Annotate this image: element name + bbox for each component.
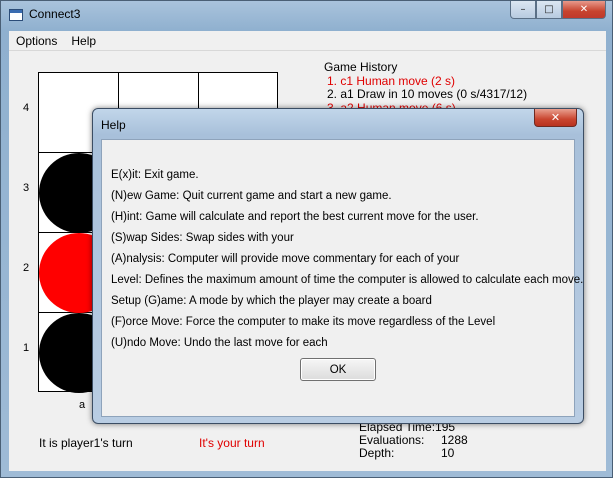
help-line-hint: (H)int: Game will calculate and report t… (111, 211, 479, 223)
depth-value: 10 (441, 446, 455, 460)
menu-options[interactable]: Options (9, 34, 64, 48)
row-label-2: 2 (23, 262, 30, 274)
depth-row: Depth: 10 (359, 447, 468, 460)
menu-help[interactable]: Help (64, 34, 103, 48)
help-line-exit: E(x)it: Exit game. (111, 169, 199, 181)
history-title: Game History (324, 60, 398, 74)
dialog-title: Help (101, 118, 126, 132)
player-status: It is player1's turn (39, 436, 133, 450)
close-icon: ✕ (550, 111, 561, 124)
help-line-setup-game: Setup (G)ame: A mode by which the player… (111, 295, 432, 307)
column-label-a: a (79, 399, 86, 411)
row-label-3: 3 (23, 182, 30, 194)
ok-button[interactable]: OK (300, 358, 376, 381)
dialog-close-button[interactable]: ✕ (534, 109, 577, 127)
close-icon: ✕ (579, 4, 589, 15)
minimize-icon: – (520, 4, 526, 15)
help-line-force-move: (F)orce Move: Force the computer to make… (111, 316, 496, 328)
title-bar[interactable]: Connect3 – □ ✕ (1, 1, 612, 31)
help-line-new-game: (N)ew Game: Quit current game and start … (111, 190, 392, 202)
game-history: Game History 1. c1 Human move (2 s) 2. a… (324, 60, 528, 115)
maximize-icon: □ (544, 4, 554, 15)
search-stats: Elapsed Time:195 Evaluations: 1288 Depth… (359, 421, 468, 460)
depth-label: Depth: (359, 446, 395, 460)
window-title: Connect3 (29, 7, 81, 21)
history-item: 2. a1 Draw in 10 moves (0 s/4317/12) (327, 87, 528, 101)
help-line-analysis: (A)nalysis: Computer will provide move c… (111, 253, 460, 265)
help-line-undo-move: (U)ndo Move: Undo the last move for each (111, 337, 328, 349)
help-line-swap-sides: (S)wap Sides: Swap sides with your (111, 232, 294, 244)
row-label-1: 1 (23, 342, 30, 354)
maximize-button[interactable]: □ (536, 1, 562, 19)
dialog-body: E(x)it: Exit game. (N)ew Game: Quit curr… (101, 139, 583, 417)
row-label-4: 4 (23, 102, 30, 114)
help-dialog: Help ✕ E(x)it: Exit game. (N)ew Game: Qu… (92, 108, 584, 424)
turn-status: It's your turn (199, 436, 265, 450)
minimize-button[interactable]: – (510, 1, 536, 19)
app-window-icon (9, 9, 23, 21)
history-item: 1. c1 Human move (2 s) (327, 73, 456, 88)
menu-bar: Options Help (9, 31, 606, 51)
close-button[interactable]: ✕ (562, 1, 606, 19)
help-line-level: Level: Defines the maximum amount of tim… (111, 274, 584, 286)
caption-buttons: – □ ✕ (510, 1, 606, 19)
